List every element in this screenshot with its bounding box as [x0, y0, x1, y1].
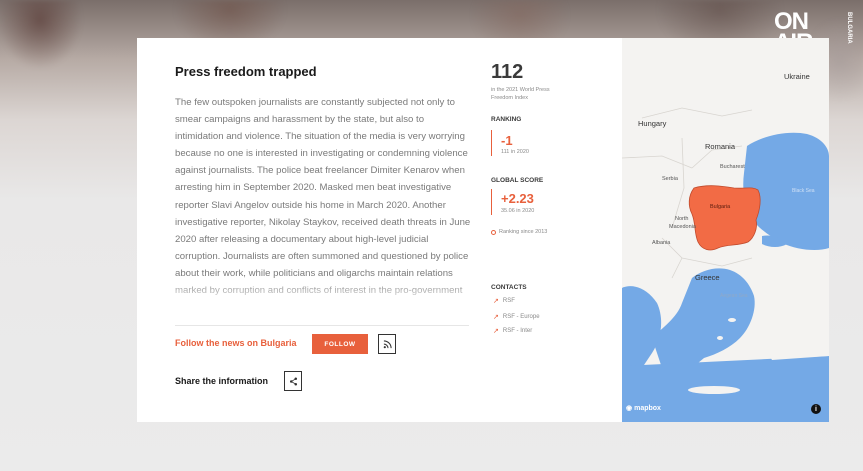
contact-label: RSF	[502, 298, 515, 304]
rank-number: 112	[491, 61, 524, 83]
bulgaria-highlight	[688, 185, 761, 251]
crete	[688, 386, 740, 394]
ranking-caption: 111 in 2020	[501, 149, 529, 155]
country-map[interactable]: Ukraine Hungary Romania Serbia Bucharest…	[622, 38, 829, 422]
ranking-since-link[interactable]: Ranking since 2013	[491, 229, 547, 235]
article-body: The few outspoken journalists are consta…	[175, 97, 471, 296]
contact-label: RSF - Inter	[502, 328, 533, 334]
aegean-sea	[652, 268, 755, 368]
article-card: Press freedom trapped The few outspoken …	[137, 38, 622, 422]
contact-link-rsf[interactable]: ↗ RSF	[493, 297, 515, 305]
score-value: +2.23	[501, 191, 534, 206]
contacts-heading: CONTACTS	[491, 284, 527, 291]
map-attribution[interactable]: ◉ mapbox	[626, 404, 661, 413]
ranking-heading: RANKING	[491, 116, 522, 123]
map-label-romania: Romania	[705, 142, 736, 151]
article-title: Press freedom trapped	[175, 64, 317, 79]
divider	[175, 325, 469, 326]
ranking-bar	[491, 130, 492, 156]
map-label-macedonia: Macedonia	[669, 224, 696, 230]
rank-caption: in the 2021 World Press Freedom Index	[491, 87, 550, 101]
external-link-icon: ↗	[493, 328, 499, 335]
map-label-greece: Greece	[695, 273, 720, 282]
score-caption: 35.06 in 2020	[501, 208, 535, 214]
external-link-icon: ↗	[493, 298, 499, 305]
mapbox-label: mapbox	[634, 404, 661, 412]
history-icon	[491, 229, 496, 235]
follow-button[interactable]: FOLLOW	[312, 334, 368, 354]
body-fade	[175, 278, 473, 308]
share-icon	[289, 377, 297, 385]
info-icon[interactable]: i	[811, 404, 821, 414]
mapbox-logo-icon: ◉	[626, 405, 633, 412]
island	[717, 336, 723, 340]
map-label-aegean: Aegean Sea	[720, 293, 748, 299]
ranking-since-label: Ranking since 2013	[499, 229, 548, 235]
map-label-bucharest: Bucharest	[720, 164, 745, 170]
ionian-sea	[622, 286, 662, 368]
share-label: Share the information	[175, 376, 269, 386]
map-label-north: North	[675, 216, 689, 222]
turkey-land	[753, 250, 829, 360]
share-button[interactable]	[284, 371, 302, 391]
logo-sub: BULGARIA	[846, 12, 852, 44]
rss-button[interactable]	[378, 334, 396, 354]
map-label-hungary: Hungary	[638, 119, 667, 128]
score-heading: GLOBAL SCORE	[491, 177, 544, 184]
contact-label: RSF - Europe	[502, 314, 540, 320]
map-graphic	[622, 107, 829, 422]
map-label-ukraine: Ukraine	[784, 72, 810, 81]
score-bar	[491, 189, 492, 215]
island	[728, 318, 736, 322]
external-link-icon: ↗	[493, 314, 499, 321]
rss-icon	[383, 339, 392, 348]
contact-link-rsf-inter[interactable]: ↗ RSF - Inter	[493, 327, 532, 335]
contact-link-rsf-europe[interactable]: ↗ RSF - Europe	[493, 313, 540, 321]
map-label-albania: Albania	[652, 240, 671, 246]
map-label-serbia: Serbia	[662, 176, 678, 182]
ranking-value: -1	[501, 133, 513, 148]
map-label-bulgaria: Bulgaria	[710, 204, 731, 210]
follow-label: Follow the news on Bulgaria	[175, 338, 297, 348]
map-label-black-sea: Black Sea	[792, 188, 815, 194]
